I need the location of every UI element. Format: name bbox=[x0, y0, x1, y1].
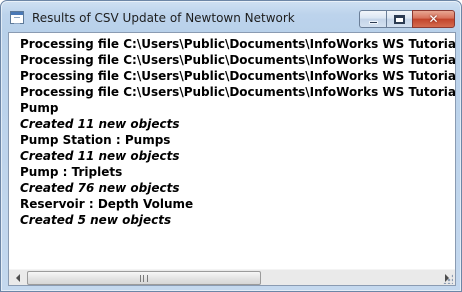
log-line: Pump : Triplets bbox=[20, 165, 123, 179]
log-line: Processing file C:\Users\Public\Document… bbox=[20, 37, 455, 51]
log-line: Pump bbox=[20, 101, 59, 115]
maximize-button[interactable] bbox=[386, 10, 412, 28]
scroll-left-icon bbox=[15, 274, 20, 282]
minimize-icon bbox=[368, 20, 378, 24]
scrollbar-thumb[interactable] bbox=[27, 271, 261, 285]
results-panel: Processing file C:\Users\Public\Document… bbox=[8, 32, 456, 286]
log-line: Processing file C:\Users\Public\Document… bbox=[20, 85, 455, 99]
log-line: Pump Station : Pumps bbox=[20, 133, 171, 147]
scroll-left-button[interactable] bbox=[9, 270, 26, 286]
log-line: Created 11 new objects bbox=[20, 117, 180, 131]
minimize-button[interactable] bbox=[359, 10, 386, 28]
close-icon: ✕ bbox=[428, 12, 439, 26]
results-window: Results of CSV Update of Newtown Network… bbox=[0, 0, 462, 292]
title-bar[interactable]: Results of CSV Update of Newtown Network… bbox=[1, 1, 461, 33]
log-line: Processing file C:\Users\Public\Document… bbox=[20, 53, 455, 67]
log-text-area[interactable]: Processing file C:\Users\Public\Document… bbox=[9, 33, 455, 269]
maximize-icon bbox=[394, 14, 405, 24]
log-line: Created 76 new objects bbox=[20, 181, 180, 195]
log-line: Created 5 new objects bbox=[20, 213, 172, 227]
window-title: Results of CSV Update of Newtown Network bbox=[32, 11, 295, 25]
close-button[interactable]: ✕ bbox=[412, 10, 455, 28]
window-app-icon[interactable] bbox=[10, 11, 24, 24]
caption-buttons: ✕ bbox=[359, 10, 455, 28]
log-line: Processing file C:\Users\Public\Document… bbox=[20, 69, 455, 83]
horizontal-scrollbar[interactable] bbox=[9, 269, 455, 285]
grip-icon bbox=[140, 274, 148, 282]
log-line: Reservoir : Depth Volume bbox=[20, 197, 194, 211]
log-line: Created 11 new objects bbox=[20, 149, 180, 163]
